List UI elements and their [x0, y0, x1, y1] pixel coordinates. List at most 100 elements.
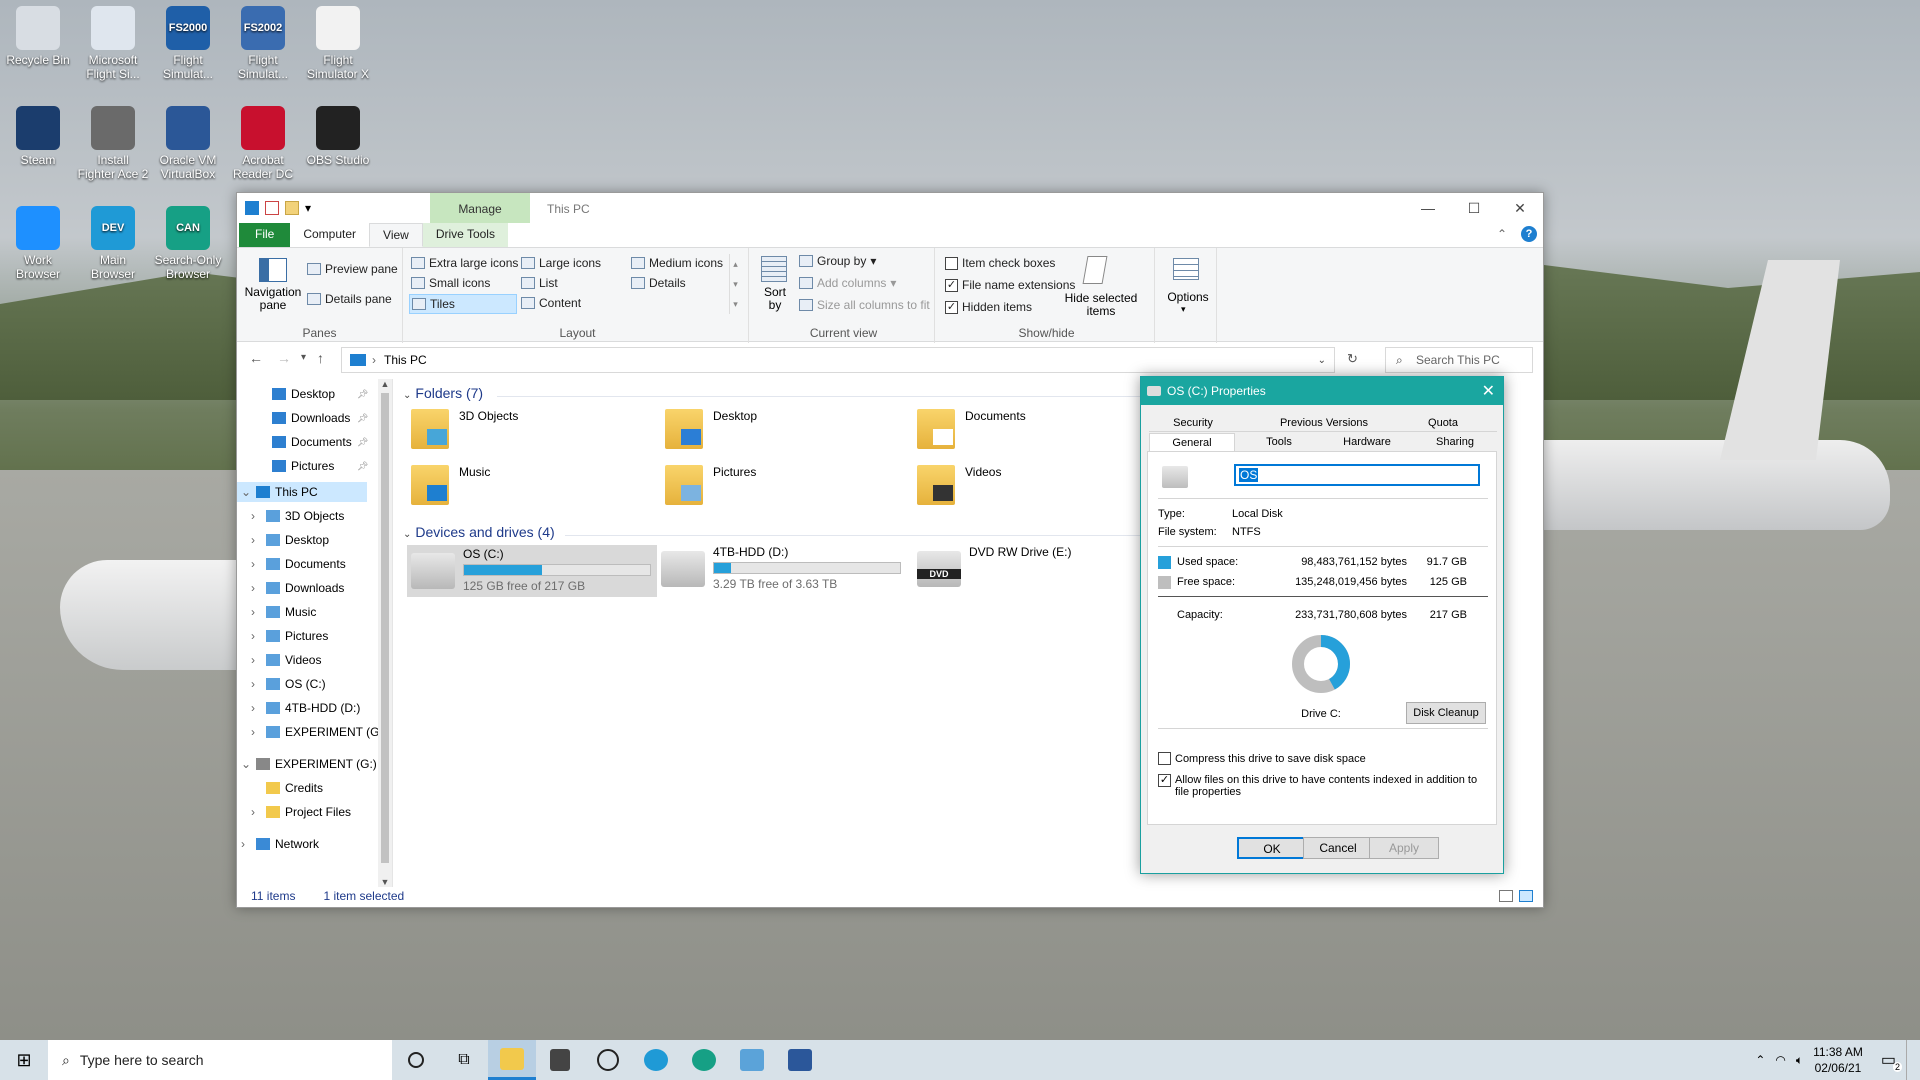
chevron-right-icon[interactable]: ›	[251, 509, 261, 523]
desktop-icon[interactable]: Recycle Bin	[2, 6, 74, 67]
apply-button[interactable]: Apply	[1369, 837, 1439, 859]
folder-tile[interactable]: 3D Objects	[411, 409, 518, 449]
details-view-icon[interactable]	[1499, 890, 1513, 902]
chevron-right-icon[interactable]: ›	[251, 605, 261, 619]
nav-item[interactable]: › Pictures	[251, 629, 328, 643]
breadcrumb[interactable]: This PC	[384, 353, 427, 367]
tab-quota[interactable]: Quota	[1399, 417, 1487, 429]
folder-tile[interactable]: Music	[411, 465, 490, 505]
cancel-button[interactable]: Cancel	[1303, 837, 1373, 859]
nav-item[interactable]: ⌄ EXPERIMENT (G:)	[241, 757, 377, 771]
layout-scroll[interactable]: ▴ ▾ ▾	[729, 254, 741, 314]
desktop-icon[interactable]: FS2002 Flight Simulat...	[227, 6, 299, 81]
tab-sharing[interactable]: Sharing	[1411, 436, 1499, 448]
preview-pane-button[interactable]: Preview pane	[307, 262, 398, 276]
folder-tile[interactable]: Desktop	[665, 409, 757, 449]
forward-arrow-icon[interactable]: →	[277, 350, 291, 366]
chevron-right-icon[interactable]: ›	[251, 629, 261, 643]
minimize-button[interactable]: —	[1405, 193, 1451, 223]
taskbar-word[interactable]	[776, 1040, 824, 1080]
nav-item[interactable]: › Documents	[251, 557, 346, 571]
desktop-icon[interactable]: Oracle VM VirtualBox	[152, 106, 224, 181]
nav-item[interactable]: › EXPERIMENT (G:)	[251, 725, 387, 739]
drive-tile[interactable]: OS (C:) 125 GB free of 217 GB	[407, 545, 657, 597]
cortana-button[interactable]	[392, 1040, 440, 1080]
options-button[interactable]: Options	[1161, 290, 1215, 304]
recent-locations-icon[interactable]: ▾	[301, 352, 306, 363]
nav-item[interactable]: › OS (C:)	[251, 677, 326, 691]
group-by-button[interactable]: Group by ▾	[799, 254, 876, 268]
tab-hardware[interactable]: Hardware	[1323, 436, 1411, 448]
compress-row[interactable]: Compress this drive to save disk space	[1158, 752, 1366, 765]
nav-item[interactable]: › Project Files	[251, 805, 351, 819]
chevron-right-icon[interactable]: ›	[251, 725, 261, 739]
layout-medium[interactable]: Medium icons	[631, 256, 723, 270]
details-pane-button[interactable]: Details pane	[307, 292, 392, 306]
folder-tile[interactable]: Pictures	[665, 465, 756, 505]
tab-manage[interactable]: Manage	[430, 193, 530, 223]
tab-computer[interactable]: Computer	[290, 223, 369, 247]
chevron-right-icon[interactable]: ›	[251, 805, 261, 819]
desktop-icon[interactable]: Flight Simulator X	[302, 6, 374, 81]
folders-section-header[interactable]: ⌄ Folders (7)	[403, 385, 483, 401]
network-icon[interactable]: ◠	[1775, 1053, 1785, 1067]
hidden-items-toggle[interactable]: ✓ Hidden items	[945, 300, 1032, 314]
taskbar-edge-dev[interactable]	[632, 1040, 680, 1080]
notifications-button[interactable]: ▭ 2	[1881, 1050, 1902, 1072]
help-icon[interactable]: ?	[1521, 226, 1537, 242]
large-icons-view-icon[interactable]	[1519, 890, 1533, 902]
item-check-boxes-toggle[interactable]: Item check boxes	[945, 256, 1055, 270]
item-check-checkbox[interactable]	[945, 256, 958, 270]
address-dropdown-icon[interactable]: ⌄	[1318, 355, 1326, 366]
properties-icon[interactable]	[265, 201, 279, 215]
show-desktop-button[interactable]	[1906, 1040, 1912, 1080]
scroll-thumb[interactable]	[381, 393, 389, 863]
maximize-button[interactable]: ☐	[1451, 193, 1497, 223]
desktop-icon[interactable]: DEV Main Browser	[77, 206, 149, 281]
refresh-icon[interactable]: ↻	[1347, 351, 1358, 367]
chevron-down-icon[interactable]: ⌄	[241, 757, 251, 771]
tab-tools[interactable]: Tools	[1235, 436, 1323, 448]
scroll-up-icon[interactable]: ▲	[378, 379, 392, 389]
chevron-right-icon[interactable]: ›	[251, 533, 261, 547]
nav-item[interactable]: › Network	[241, 837, 319, 851]
clock[interactable]: 11:38 AM 02/06/21	[1813, 1044, 1863, 1076]
desktop-icon[interactable]: CAN Search-Only Browser	[152, 206, 224, 281]
taskbar-remote-desktop[interactable]	[728, 1040, 776, 1080]
chevron-right-icon[interactable]: ›	[251, 653, 261, 667]
volume-icon[interactable]: 🔈︎	[1796, 1053, 1803, 1068]
nav-scrollbar[interactable]: ▲ ▼	[378, 379, 392, 887]
sort-by-button[interactable]: Sort by	[757, 286, 793, 312]
chevron-right-icon[interactable]: ›	[251, 701, 261, 715]
nav-item[interactable]: › Desktop	[251, 533, 329, 547]
chevron-right-icon[interactable]: ›	[251, 677, 261, 691]
taskbar-edge-canary[interactable]	[680, 1040, 728, 1080]
hide-selected-button[interactable]: Hide selected items	[1063, 292, 1139, 318]
chevron-right-icon[interactable]: ›	[251, 557, 261, 571]
folder-tile[interactable]: Documents	[917, 409, 1026, 449]
index-checkbox[interactable]: ✓	[1158, 774, 1171, 787]
taskbar-file-explorer[interactable]	[488, 1040, 536, 1080]
search-input[interactable]: ⌕ Search This PC	[1385, 347, 1533, 373]
desktop-icon[interactable]: Steam	[2, 106, 74, 167]
folder-tile[interactable]: Videos	[917, 465, 1001, 505]
this-pc-icon[interactable]	[245, 201, 259, 215]
drive-tile[interactable]: 4TB-HDD (D:) 3.29 TB free of 3.63 TB	[661, 545, 901, 591]
nav-item[interactable]: › Videos	[251, 653, 321, 667]
size-columns-button[interactable]: Size all columns to fit	[799, 298, 930, 312]
desktop-icon[interactable]: Install Fighter Ace 2	[77, 106, 149, 181]
tab-drive-tools[interactable]: Drive Tools	[422, 223, 508, 247]
layout-small[interactable]: Small icons	[411, 276, 490, 290]
show-hidden-icons-icon[interactable]: ⌃	[1755, 1053, 1765, 1067]
drive-name-input[interactable]: OS	[1234, 464, 1480, 486]
nav-item[interactable]: › Music	[251, 605, 316, 619]
chevron-right-icon[interactable]: ›	[241, 837, 251, 851]
up-arrow-icon[interactable]: ↑	[317, 350, 324, 366]
layout-tiles[interactable]: Tiles	[409, 294, 517, 314]
layout-details[interactable]: Details	[631, 276, 686, 290]
nav-item[interactable]: › 3D Objects	[251, 509, 344, 523]
extensions-checkbox[interactable]: ✓	[945, 278, 958, 292]
disk-cleanup-button[interactable]: Disk Cleanup	[1406, 702, 1486, 724]
add-columns-button[interactable]: Add columns ▾	[799, 276, 896, 290]
taskbar-store[interactable]	[536, 1040, 584, 1080]
